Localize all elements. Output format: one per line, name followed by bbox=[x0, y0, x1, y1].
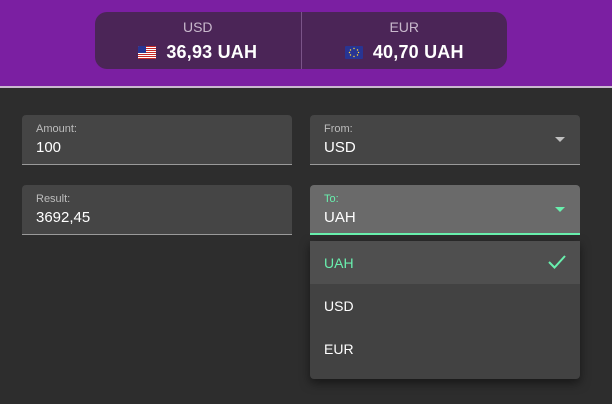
to-label: To: bbox=[324, 193, 339, 205]
rate-value: 40,70 UAH bbox=[372, 42, 464, 62]
amount-input[interactable]: 100 bbox=[36, 139, 61, 156]
dropdown-arrow-icon[interactable] bbox=[555, 207, 565, 212]
result-label: Result: bbox=[36, 193, 71, 205]
us-flag-icon bbox=[138, 46, 157, 59]
amount-field[interactable]: Amount: 100 bbox=[22, 115, 292, 165]
result-field[interactable]: Result: 3692,45 bbox=[22, 185, 292, 235]
amount-label: Amount: bbox=[36, 123, 77, 135]
dropdown-arrow-icon[interactable] bbox=[555, 137, 565, 142]
rate-code: USD bbox=[182, 19, 213, 35]
exchange-rates-card: USD 36,93 UAH EUR 40,70 UAH bbox=[95, 12, 507, 69]
from-currency-select[interactable]: From: USD bbox=[310, 115, 580, 165]
to-currency-select[interactable]: To: UAH bbox=[310, 185, 580, 235]
app-header: USD 36,93 UAH EUR 40,70 UAH bbox=[0, 0, 612, 88]
rate-usd: USD 36,93 UAH bbox=[95, 12, 301, 69]
check-icon bbox=[548, 254, 566, 273]
rate-value: 36,93 UAH bbox=[166, 42, 258, 62]
to-value: UAH bbox=[324, 209, 356, 226]
currency-dropdown-menu: UAH USD EUR bbox=[310, 241, 580, 379]
eu-flag-icon bbox=[344, 46, 363, 59]
menu-item-uah[interactable]: UAH bbox=[310, 241, 580, 284]
from-value: USD bbox=[324, 139, 356, 156]
menu-item-label: EUR bbox=[324, 340, 354, 357]
rate-eur: EUR 40,70 UAH bbox=[300, 12, 508, 69]
rate-code: EUR bbox=[389, 19, 420, 35]
menu-item-label: USD bbox=[324, 297, 354, 314]
result-value: 3692,45 bbox=[36, 209, 91, 226]
menu-item-label: UAH bbox=[324, 254, 354, 271]
from-label: From: bbox=[324, 123, 353, 135]
menu-item-usd[interactable]: USD bbox=[310, 284, 580, 327]
menu-item-eur[interactable]: EUR bbox=[310, 327, 580, 370]
